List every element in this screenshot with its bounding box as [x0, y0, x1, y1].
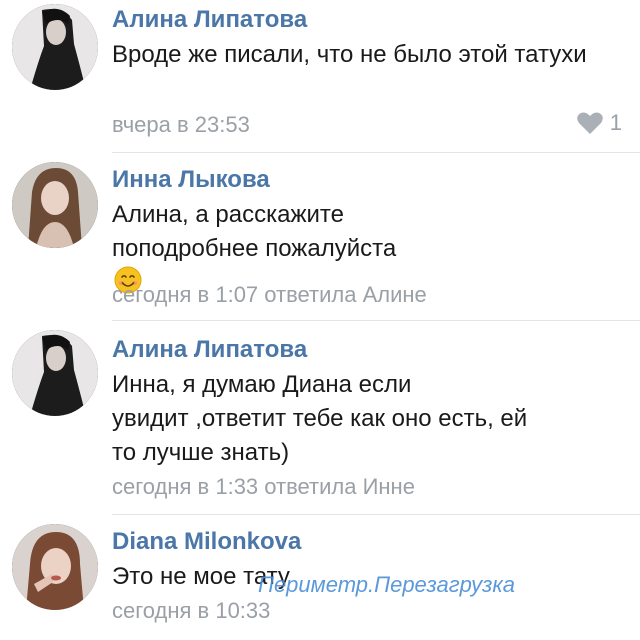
comment-text-line: Инна, я думаю Диана если: [112, 371, 412, 398]
comment-timestamp[interactable]: вчера в 23:53: [112, 112, 250, 138]
heart-icon: [576, 112, 603, 134]
avatar[interactable]: [12, 330, 98, 416]
comment-author[interactable]: Алина Липатова: [112, 336, 307, 364]
comment-text-content: Алина, а расскажите поподробнее пожалуйс…: [112, 201, 397, 262]
comment-text-line: то лучше знать): [112, 439, 290, 466]
comment-timestamp[interactable]: сегодня в 1:07 ответила Алине: [112, 282, 427, 308]
comment-author[interactable]: Diana Milonkova: [112, 528, 301, 556]
comment-author[interactable]: Инна Лыкова: [112, 166, 270, 194]
watermark: Периметр.Перезагрузка: [258, 572, 515, 597]
comment-timestamp[interactable]: сегодня в 10:33: [112, 598, 270, 624]
comment-1: Алина Липатова Вроде же писали, что не б…: [0, 0, 640, 152]
like-count: 1: [609, 110, 622, 135]
comment-text: Вроде же писали, что не было этой татухи: [112, 41, 587, 68]
avatar[interactable]: [12, 162, 98, 248]
comment-3: Алина Липатова Инна, я думаю Диана если …: [0, 320, 640, 514]
like-button[interactable]: 1: [576, 110, 622, 136]
comment-text-line: увидит ,ответит тебе как оно есть, ей: [112, 405, 528, 432]
comment-author[interactable]: Алина Липатова: [112, 6, 307, 34]
comment-text: Инна, я думаю Диана если увидит ,ответит…: [112, 368, 622, 470]
comment-timestamp[interactable]: сегодня в 1:33 ответила Инне: [112, 474, 415, 500]
avatar[interactable]: [12, 4, 98, 90]
comment-2: Инна Лыкова Алина, а расскажите поподроб…: [0, 152, 640, 320]
avatar[interactable]: [12, 524, 98, 610]
